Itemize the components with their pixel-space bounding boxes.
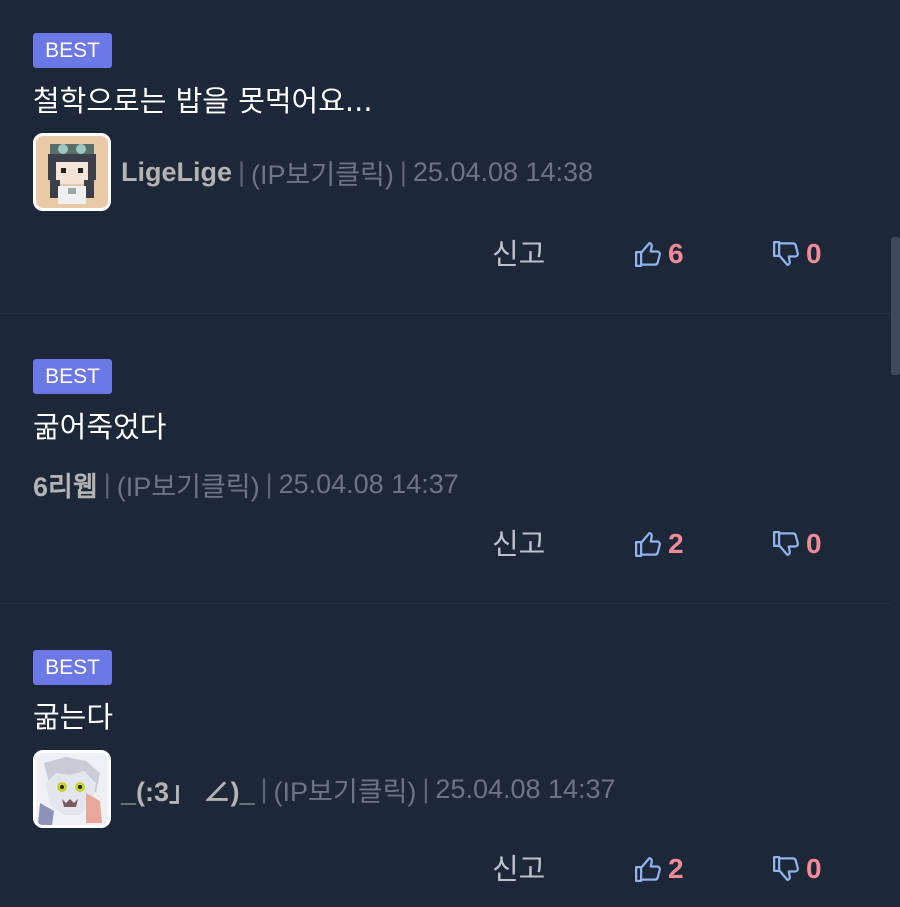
downvote-button[interactable]: 0 [771, 232, 822, 276]
thumbs-up-icon [635, 532, 661, 557]
avatar-image [36, 753, 108, 825]
comment-text: 굶는다 [33, 700, 114, 734]
best-badge: BEST [33, 33, 112, 68]
ip-view-link[interactable]: (IP보기클릭) [274, 770, 417, 809]
ip-view-link[interactable]: (IP보기클릭) [117, 465, 260, 504]
comment-actions: 신고 6 0 [0, 232, 890, 276]
downvote-count: 0 [806, 238, 822, 269]
meta-separator: | [260, 773, 268, 804]
comment-item: BEST 철학으로는 밥을 못먹어요... LigeLige | (IP보기클릭… [0, 0, 890, 313]
author-name[interactable]: LigeLige [121, 157, 232, 188]
upvote-count: 2 [668, 853, 684, 884]
comment-actions: 신고 2 0 [0, 847, 890, 891]
author-name[interactable]: _(:3」 ∠)_ [121, 770, 255, 809]
downvote-count: 0 [806, 853, 822, 884]
meta-separator: | [399, 156, 407, 187]
scrollbar[interactable] [891, 237, 900, 375]
thumbs-down-icon [773, 856, 799, 881]
meta-separator: | [238, 156, 246, 187]
best-badge: BEST [33, 359, 112, 394]
comment-meta: _(:3」 ∠)_ | (IP보기클릭) | 25.04.08 14:37 [33, 750, 616, 828]
avatar-image [36, 136, 108, 208]
upvote-button[interactable]: 6 [633, 232, 684, 276]
report-button[interactable]: 신고 [492, 232, 545, 276]
comment-item: BEST 굶는다 _(:3」 ∠)_ | (IP보기클릭) | 25.04.08… [0, 604, 890, 907]
meta-separator: | [422, 773, 430, 804]
upvote-button[interactable]: 2 [633, 522, 684, 566]
best-badge: BEST [33, 650, 112, 685]
timestamp: 25.04.08 14:38 [412, 156, 594, 187]
upvote-count: 2 [668, 528, 684, 559]
comment-meta: 6리웹 | (IP보기클릭) | 25.04.08 14:37 [33, 445, 459, 523]
report-button[interactable]: 신고 [492, 847, 545, 891]
timestamp: 25.04.08 14:37 [435, 773, 616, 804]
report-button[interactable]: 신고 [492, 522, 545, 566]
comment-item: BEST 굶어죽었다 6리웹 | (IP보기클릭) | 25.04.08 14:… [0, 314, 890, 603]
avatar[interactable] [33, 750, 111, 828]
comment-text: 철학으로는 밥을 못먹어요... [33, 84, 373, 118]
ip-view-link[interactable]: (IP보기클릭) [251, 153, 394, 192]
timestamp: 25.04.08 14:37 [278, 468, 459, 499]
downvote-button[interactable]: 0 [771, 847, 822, 891]
meta-separator: | [265, 468, 273, 499]
downvote-button[interactable]: 0 [771, 522, 822, 566]
upvote-count: 6 [668, 238, 684, 269]
thumbs-down-icon [773, 241, 799, 266]
downvote-count: 0 [806, 528, 822, 559]
comment-list: BEST 철학으로는 밥을 못먹어요... LigeLige | (IP보기클릭… [0, 0, 900, 907]
author-name[interactable]: 6리웹 [33, 465, 98, 504]
meta-separator: | [103, 468, 111, 499]
avatar[interactable] [33, 133, 111, 211]
thumbs-up-icon [635, 242, 661, 267]
thumbs-up-icon [635, 857, 661, 882]
comment-actions: 신고 2 0 [0, 522, 890, 566]
thumbs-down-icon [773, 531, 799, 556]
comment-text: 굶어죽었다 [33, 410, 167, 444]
comment-meta: LigeLige | (IP보기클릭) | 25.04.08 14:38 [33, 133, 593, 211]
upvote-button[interactable]: 2 [633, 847, 684, 891]
